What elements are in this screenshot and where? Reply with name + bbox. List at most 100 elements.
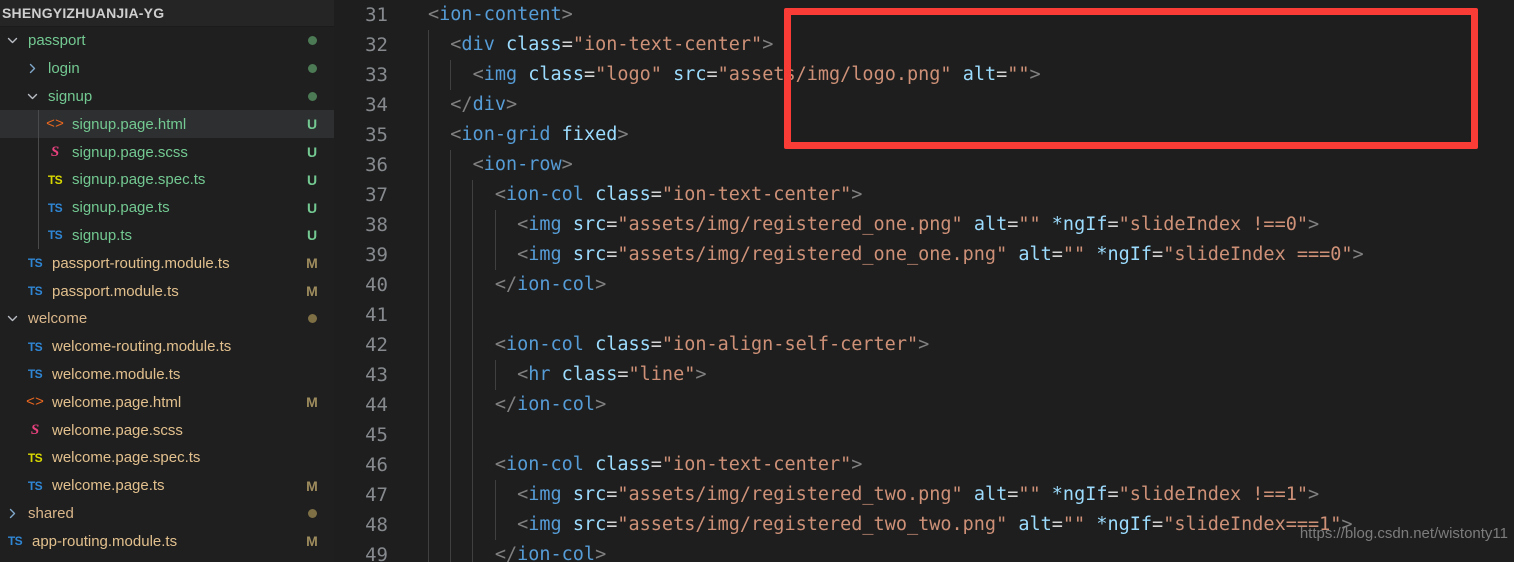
code-token: = bbox=[606, 214, 618, 235]
code-token: ion-row bbox=[483, 154, 562, 175]
code-token: class bbox=[528, 64, 584, 85]
file-tree[interactable]: passport login signup <> signup.page.html U Ss… bbox=[0, 27, 334, 562]
tree-file-row[interactable]: <> welcome.page.html M bbox=[0, 388, 334, 416]
tree-folder-row[interactable]: signup bbox=[0, 83, 334, 111]
tree-file-row[interactable]: TS welcome-routing.module.ts bbox=[0, 333, 334, 361]
line-number: 43 bbox=[365, 364, 388, 386]
editor-indent-guide bbox=[472, 330, 474, 360]
code-line[interactable]: 32 <div class="ion-text-center"> bbox=[334, 30, 1514, 60]
tree-file-row[interactable]: Swelcome.page.scss bbox=[0, 416, 334, 444]
code-line[interactable]: 44 </ion-col> bbox=[334, 390, 1514, 420]
code-token: src bbox=[572, 484, 607, 505]
code-line[interactable]: 31 <ion-content> bbox=[334, 0, 1514, 30]
code-token: "slideIndex !==0" bbox=[1118, 214, 1308, 235]
code-token: < bbox=[450, 124, 462, 145]
code-token: = bbox=[1107, 484, 1119, 505]
code-token: ion-col bbox=[517, 544, 596, 562]
code-line[interactable]: 40 </ion-col> bbox=[334, 270, 1514, 300]
editor-lines[interactable]: 31 <ion-content> 32 <div class="ion-text-c… bbox=[334, 0, 1514, 562]
watermark-text: https://blog.csdn.net/wistonty11 bbox=[1299, 525, 1508, 542]
code-line[interactable]: 34 </div> bbox=[334, 90, 1514, 120]
git-status-dot bbox=[292, 91, 332, 101]
code-line[interactable]: 49 </ion-col> bbox=[334, 540, 1514, 562]
tree-file-row[interactable]: TS signup.page.spec.ts U bbox=[0, 165, 334, 194]
code-line[interactable]: 45 bbox=[334, 420, 1514, 450]
code-line[interactable]: 36 <ion-row> bbox=[334, 150, 1514, 180]
tree-row-label: welcome.page.html bbox=[52, 393, 182, 411]
line-number: 37 bbox=[365, 184, 388, 206]
code-line[interactable]: 35 <ion-grid fixed> bbox=[334, 120, 1514, 150]
editor-indent-guide bbox=[450, 540, 452, 562]
code-token: ion-col bbox=[505, 454, 584, 475]
tree-file-row[interactable]: TS app-routing.module.ts M bbox=[0, 527, 334, 555]
ts-file-icon: TS bbox=[47, 228, 63, 243]
tree-folder-row[interactable]: shared bbox=[0, 500, 334, 528]
code-token: class bbox=[595, 334, 651, 355]
code-line[interactable]: 47 <img src="assets/img/registered_two.p… bbox=[334, 480, 1514, 510]
tree-file-row[interactable]: Ssignup.page.scss U bbox=[0, 138, 334, 166]
code-editor[interactable]: 31 <ion-content> 32 <div class="ion-text-c… bbox=[334, 0, 1514, 562]
code-token: alt bbox=[1018, 514, 1052, 535]
tree-file-row[interactable]: TS welcome.module.ts bbox=[0, 361, 334, 389]
tree-folder-row[interactable]: passport bbox=[0, 27, 334, 55]
explorer-workspace-title[interactable]: SHENGYIZHUANJIA-YG bbox=[0, 0, 334, 27]
code-line[interactable]: 42 <ion-col class="ion-align-self-certer… bbox=[334, 330, 1514, 360]
code-token: alt bbox=[973, 214, 1008, 235]
code-link-token[interactable]: assets/img/registered_one_one.png bbox=[629, 244, 997, 265]
tree-file-row[interactable]: <> signup.page.html U bbox=[0, 110, 334, 139]
tree-row-label: welcome.module.ts bbox=[52, 365, 181, 383]
tree-row-label: signup bbox=[48, 87, 93, 105]
chevron-down-icon[interactable] bbox=[24, 91, 40, 102]
code-token: src bbox=[572, 214, 607, 235]
tree-file-row[interactable]: TS welcome.page.spec.ts bbox=[0, 444, 334, 472]
chevron-down-icon[interactable] bbox=[4, 313, 20, 324]
code-token: ion-col bbox=[505, 334, 584, 355]
code-link-token[interactable]: assets/img/registered_two.png bbox=[629, 484, 952, 505]
tree-file-row[interactable]: TS welcome.page.ts M bbox=[0, 472, 334, 500]
tree-file-row[interactable]: TS signup.page.ts U bbox=[0, 193, 334, 222]
tree-folder-row[interactable]: login bbox=[0, 55, 334, 83]
tree-file-row[interactable]: TS passport-routing.module.ts M bbox=[0, 249, 334, 277]
tree-row-label: passport.module.ts bbox=[52, 282, 179, 300]
code-token: "slideIndex ===0" bbox=[1163, 244, 1353, 265]
editor-indent-guide bbox=[428, 330, 429, 360]
code-line-text: </ion-col> bbox=[410, 540, 1514, 562]
code-line[interactable]: 43 <hr class="line"> bbox=[334, 360, 1514, 390]
code-token: " bbox=[940, 64, 952, 85]
line-number: 44 bbox=[365, 394, 388, 416]
editor-indent-guide bbox=[494, 360, 496, 390]
editor-indent-guide bbox=[428, 180, 429, 210]
code-line[interactable]: 46 <ion-col class="ion-text-center"> bbox=[334, 450, 1514, 480]
code-token: </ bbox=[494, 274, 518, 295]
code-token: < bbox=[517, 244, 529, 265]
code-line[interactable]: 41 bbox=[334, 300, 1514, 330]
code-line[interactable]: 39 <img src="assets/img/registered_one_o… bbox=[334, 240, 1514, 270]
code-line-text: <ion-col class="ion-text-center"> bbox=[410, 450, 1514, 480]
tree-folder-row[interactable]: welcome bbox=[0, 305, 334, 333]
editor-indent-guide bbox=[494, 210, 496, 240]
tree-row-label: passport bbox=[28, 32, 86, 50]
code-link-token[interactable]: assets/img/registered_one.png bbox=[629, 214, 952, 235]
code-line[interactable]: 37 <ion-col class="ion-text-center"> bbox=[334, 180, 1514, 210]
code-token: < bbox=[494, 454, 506, 475]
editor-indent-guide bbox=[428, 480, 429, 510]
chevron-right-icon[interactable] bbox=[24, 63, 40, 74]
code-token: ion-col bbox=[505, 184, 584, 205]
code-token: div bbox=[461, 34, 495, 55]
tree-file-row[interactable]: TS passport.module.ts M bbox=[0, 277, 334, 305]
tree-file-row[interactable]: <>app.component.html bbox=[0, 555, 334, 562]
chevron-down-icon[interactable] bbox=[4, 35, 20, 46]
code-line[interactable]: 38 <img src="assets/img/registered_one.p… bbox=[334, 210, 1514, 240]
tree-file-row[interactable]: TS signup.ts U bbox=[0, 221, 334, 250]
code-line[interactable]: 33 <img class="logo" src="assets/img/log… bbox=[334, 60, 1514, 90]
code-token: ion-col bbox=[517, 394, 596, 415]
code-token: = bbox=[650, 184, 662, 205]
explorer-sidebar: SHENGYIZHUANJIA-YG passport login signup <>… bbox=[0, 0, 334, 562]
chevron-right-icon[interactable] bbox=[4, 508, 20, 519]
code-link-token[interactable]: assets/img/logo.png bbox=[729, 64, 941, 85]
code-link-token[interactable]: assets/img/registered_two_two.png bbox=[629, 514, 997, 535]
ts-file-icon: TS bbox=[27, 256, 43, 271]
tree-row-label: welcome bbox=[28, 310, 88, 328]
